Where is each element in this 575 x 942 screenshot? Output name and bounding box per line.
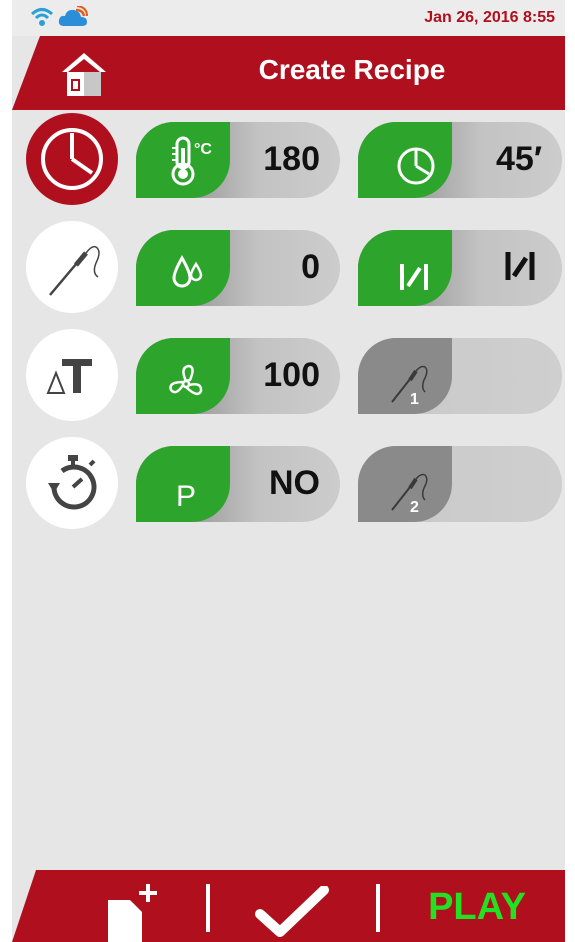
wifi-icon (30, 8, 54, 26)
time-setting[interactable]: 45′ (358, 122, 562, 198)
mode-timer-button[interactable] (26, 437, 118, 529)
checkmark-icon[interactable] (254, 886, 330, 938)
vent-setting[interactable] (358, 230, 562, 306)
status-datetime: Jan 26, 2016 8:55 (424, 9, 555, 26)
mode-time-button[interactable] (26, 113, 118, 205)
fan-setting[interactable]: 100 (136, 338, 340, 414)
screen: Jan 26, 2016 8:55 Create Recipe °C 180 4… (12, 0, 565, 942)
vent-value-icon (505, 252, 535, 280)
preheat-value: NO (269, 464, 320, 502)
time-value: 45′ (496, 140, 542, 178)
clock-icon (41, 128, 103, 190)
fan-value: 100 (263, 356, 320, 394)
probe1-label: 1 (410, 391, 419, 408)
cloud-icon (58, 6, 88, 26)
footer-bar: PLAY (12, 870, 565, 942)
probe-icon (49, 245, 100, 296)
footer-divider (206, 884, 210, 932)
timer-icon (48, 455, 97, 510)
delta-t-icon (46, 359, 92, 394)
humidity-setting[interactable]: 0 (136, 230, 340, 306)
temperature-setting[interactable]: °C 180 (136, 122, 340, 198)
play-button[interactable]: PLAY (412, 886, 542, 929)
mode-probe-button[interactable] (26, 221, 118, 313)
preheat-setting[interactable]: P NO (136, 446, 340, 522)
probe1-setting[interactable]: 1 (358, 338, 562, 414)
svg-text:°C: °C (194, 141, 212, 158)
footer-divider (376, 884, 380, 932)
preheat-label: P (176, 480, 196, 513)
page-title: Create Recipe (258, 54, 446, 85)
probe2-label: 2 (410, 499, 419, 516)
status-bar: Jan 26, 2016 8:55 (12, 0, 565, 36)
temperature-value: 180 (263, 140, 320, 178)
humidity-value: 0 (301, 248, 320, 286)
probe2-setting[interactable]: 2 (358, 446, 562, 522)
header-bar: Create Recipe (12, 36, 565, 110)
mode-delta-t-button[interactable] (26, 329, 118, 421)
home-icon[interactable] (58, 50, 110, 98)
new-document-icon[interactable] (102, 882, 162, 942)
